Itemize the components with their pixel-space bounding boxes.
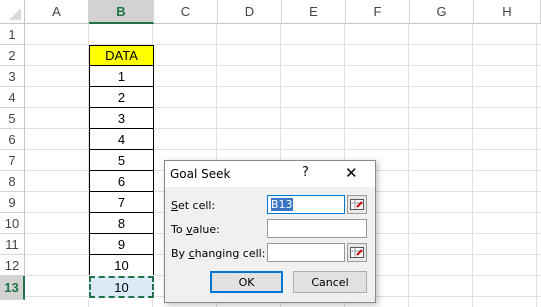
cancel-button[interactable]: Cancel: [293, 271, 367, 293]
data-cell[interactable]: 6: [89, 171, 154, 192]
row-header-11[interactable]: 11: [0, 234, 25, 255]
data-cell[interactable]: 3: [89, 108, 154, 129]
column-header-d[interactable]: D: [218, 0, 282, 24]
data-cell[interactable]: 2: [89, 87, 154, 108]
goal-seek-dialog: Goal Seek ? ✕ Set cell: B13 To value: By…: [164, 160, 376, 303]
set-cell-ref-button[interactable]: [347, 195, 367, 214]
row-header-5[interactable]: 5: [0, 108, 25, 129]
data-cell[interactable]: 9: [89, 234, 154, 255]
set-cell-value: B13: [271, 198, 293, 211]
help-button[interactable]: ?: [302, 165, 309, 180]
to-value-label-b: alue:: [192, 223, 220, 236]
row-header-1[interactable]: 1: [0, 24, 25, 45]
data-cell[interactable]: 7: [89, 192, 154, 213]
row-header-12[interactable]: 12: [0, 255, 25, 276]
dialog-title: Goal Seek: [170, 167, 231, 181]
data-cell[interactable]: 5: [89, 150, 154, 171]
to-value-label: To value:: [171, 223, 220, 236]
row-header-6[interactable]: 6: [0, 129, 25, 150]
set-cell-accesskey: S: [171, 199, 178, 212]
range-select-icon: [350, 247, 364, 258]
data-cell[interactable]: 1: [89, 66, 154, 87]
cell-b13-active[interactable]: 10: [88, 275, 155, 299]
column-header-b[interactable]: B: [89, 0, 154, 24]
row-header-13[interactable]: 13: [0, 276, 25, 300]
dialog-titlebar[interactable]: Goal Seek ? ✕: [165, 161, 375, 187]
row-header-2[interactable]: 2: [0, 45, 25, 66]
range-select-icon: [350, 199, 364, 210]
row-header-4[interactable]: 4: [0, 87, 25, 108]
to-value-input[interactable]: [267, 219, 367, 238]
column-header-h[interactable]: H: [474, 0, 541, 24]
set-cell-label: Set cell:: [171, 199, 215, 212]
row-header-9[interactable]: 9: [0, 192, 25, 213]
column-header-f[interactable]: F: [346, 0, 410, 24]
column-header-e[interactable]: E: [282, 0, 346, 24]
data-cell[interactable]: 10: [89, 255, 154, 276]
column-header-g[interactable]: G: [410, 0, 474, 24]
row-header-7[interactable]: 7: [0, 150, 25, 171]
set-cell-input[interactable]: B13: [267, 195, 345, 214]
changing-cell-ref-button[interactable]: [347, 243, 367, 262]
close-icon[interactable]: ✕: [345, 164, 358, 182]
column-header-c[interactable]: C: [154, 0, 218, 24]
to-value-label-a: To: [171, 223, 187, 236]
column-header-a[interactable]: A: [25, 0, 89, 24]
data-cell[interactable]: 4: [89, 129, 154, 150]
ok-button[interactable]: OK: [210, 271, 283, 293]
changing-cell-input[interactable]: [267, 243, 345, 262]
row-header-10[interactable]: 10: [0, 213, 25, 234]
data-cell[interactable]: 8: [89, 213, 154, 234]
row-header-3[interactable]: 3: [0, 66, 25, 87]
changing-label-b: hanging cell:: [194, 247, 266, 260]
cell-b2-data-header[interactable]: DATA: [89, 45, 154, 66]
row-header-8[interactable]: 8: [0, 171, 25, 192]
changing-cell-label: By changing cell:: [171, 247, 265, 260]
set-cell-label-text: et cell:: [177, 199, 216, 212]
changing-label-a: By: [171, 247, 189, 260]
select-all-corner[interactable]: [0, 0, 25, 24]
